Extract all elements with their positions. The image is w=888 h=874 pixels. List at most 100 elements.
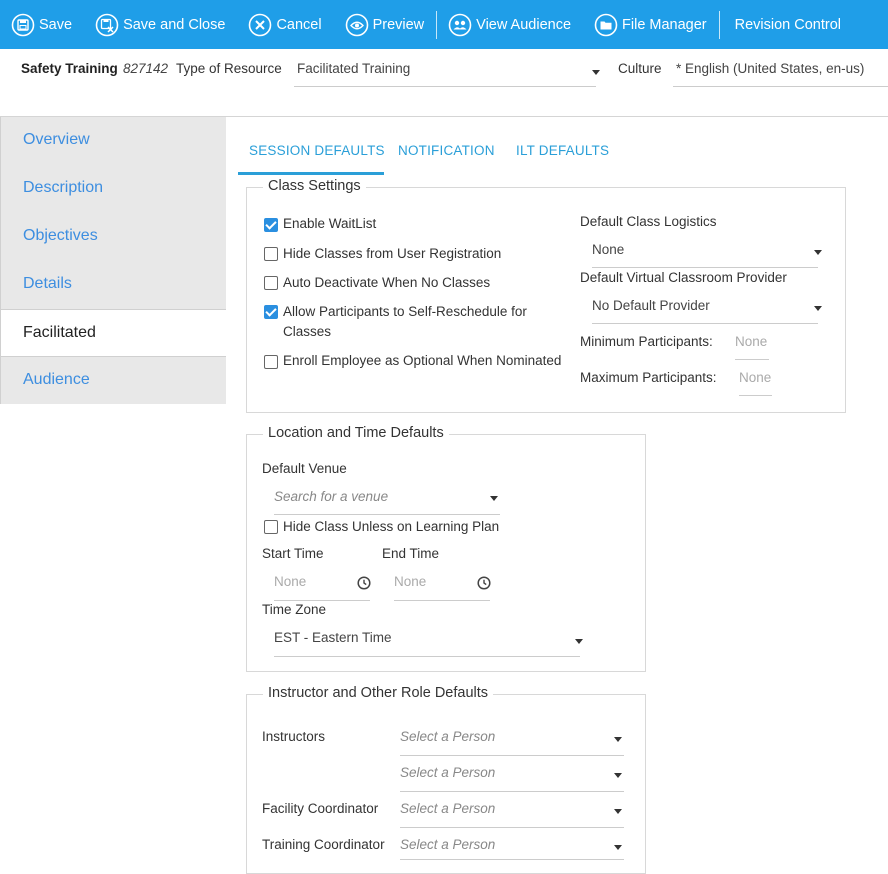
active-tab-indicator xyxy=(238,172,384,175)
virtual-classroom-provider-label: Default Virtual Classroom Provider xyxy=(580,270,787,285)
instructor-select-2[interactable]: Select a Person xyxy=(400,761,624,792)
sidebar-item-label: Details xyxy=(23,275,72,292)
chevron-down-icon xyxy=(592,70,600,75)
sidebar-nav: Overview Description Objectives Details … xyxy=(0,117,226,404)
clock-icon[interactable] xyxy=(357,576,371,590)
resource-id: 827142 xyxy=(123,61,169,76)
toolbar: Save Save and Close Cancel Preview View … xyxy=(0,0,888,49)
preview-label: Preview xyxy=(372,16,425,33)
maximum-participants-label: Maximum Participants: xyxy=(580,370,717,385)
folder-icon xyxy=(594,13,618,37)
sidebar-item-description[interactable]: Description xyxy=(0,165,226,213)
default-class-logistics-label: Default Class Logistics xyxy=(580,214,717,229)
sidebar-item-details[interactable]: Details xyxy=(0,261,226,309)
time-zone-value: EST - Eastern Time xyxy=(274,630,392,645)
training-coordinator-label: Training Coordinator xyxy=(262,837,385,852)
tab-session-defaults[interactable]: SESSION DEFAULTS xyxy=(249,143,385,158)
enroll-optional-checkbox[interactable] xyxy=(264,355,278,369)
maximum-participants-placeholder: None xyxy=(739,370,772,385)
hide-class-learning-plan-checkbox[interactable] xyxy=(264,520,278,534)
save-and-close-button[interactable]: Save and Close xyxy=(84,0,237,49)
minimum-participants-input[interactable]: None xyxy=(735,334,769,360)
file-manager-button[interactable]: File Manager xyxy=(583,0,719,49)
save-close-icon xyxy=(95,13,119,37)
type-of-resource-value: Facilitated Training xyxy=(297,61,411,76)
instructor-roles-legend: Instructor and Other Role Defaults xyxy=(263,685,494,701)
default-class-logistics-select[interactable]: None xyxy=(592,238,822,268)
close-circle-icon xyxy=(248,13,272,37)
start-time-input[interactable]: None xyxy=(274,574,371,601)
maximum-participants-input[interactable]: None xyxy=(739,370,772,396)
end-time-input[interactable]: None xyxy=(394,574,491,601)
default-venue-label: Default Venue xyxy=(262,461,347,476)
sidebar-item-facilitated[interactable]: Facilitated xyxy=(0,309,226,357)
start-time-label: Start Time xyxy=(262,546,324,561)
facility-coordinator-label: Facility Coordinator xyxy=(262,801,379,816)
sidebar-item-objectives[interactable]: Objectives xyxy=(0,213,226,261)
sidebar-item-label: Audience xyxy=(23,371,90,388)
resource-header: Safety Training 827142 Type of Resource … xyxy=(0,49,888,117)
sidebar-item-label: Description xyxy=(23,179,104,196)
preview-button[interactable]: Preview xyxy=(334,0,437,49)
enable-waitlist-checkbox[interactable] xyxy=(264,218,278,232)
sidebar-item-audience[interactable]: Audience xyxy=(0,357,226,404)
floppy-disk-icon xyxy=(11,13,35,37)
virtual-classroom-provider-select[interactable]: No Default Provider xyxy=(592,294,822,324)
auto-deactivate-label: Auto Deactivate When No Classes xyxy=(283,275,491,290)
venue-search-placeholder: Search for a venue xyxy=(274,489,389,504)
end-time-placeholder: None xyxy=(394,574,427,589)
file-manager-label: File Manager xyxy=(622,16,707,33)
self-reschedule-label: Allow Participants to Self-Reschedule fo… xyxy=(283,304,527,319)
start-time-placeholder: None xyxy=(274,574,307,589)
class-settings-legend: Class Settings xyxy=(263,178,366,194)
chevron-down-icon xyxy=(814,250,822,255)
hide-classes-label: Hide Classes from User Registration xyxy=(283,246,502,261)
time-zone-select[interactable]: EST - Eastern Time xyxy=(274,626,583,657)
revision-control-button[interactable]: Revision Control xyxy=(720,0,853,49)
instructor-select-1[interactable]: Select a Person xyxy=(400,725,624,756)
eye-icon xyxy=(345,13,369,37)
chevron-down-icon xyxy=(814,306,822,311)
cancel-button[interactable]: Cancel xyxy=(237,0,333,49)
sidebar-item-overview[interactable]: Overview xyxy=(0,117,226,165)
type-of-resource-select[interactable]: Facilitated Training xyxy=(294,55,600,87)
time-zone-label: Time Zone xyxy=(262,602,327,617)
chevron-down-icon xyxy=(614,845,622,850)
facility-coordinator-placeholder: Select a Person xyxy=(400,801,496,816)
save-button[interactable]: Save xyxy=(0,0,84,49)
minimum-participants-label: Minimum Participants: xyxy=(580,334,713,349)
minimum-participants-placeholder: None xyxy=(735,334,768,349)
instructors-label: Instructors xyxy=(262,729,326,744)
instructor-select-placeholder: Select a Person xyxy=(400,765,496,780)
hide-classes-checkbox[interactable] xyxy=(264,247,278,261)
hide-class-learning-plan-label: Hide Class Unless on Learning Plan xyxy=(283,519,500,534)
sidebar-item-label: Facilitated xyxy=(23,324,96,341)
self-reschedule-checkbox[interactable] xyxy=(264,305,278,319)
facility-coordinator-select[interactable]: Select a Person xyxy=(400,797,624,828)
tab-ilt-defaults[interactable]: ILT DEFAULTS xyxy=(516,143,609,158)
tab-notification[interactable]: NOTIFICATION xyxy=(398,143,495,158)
chevron-down-icon xyxy=(490,496,498,501)
enable-waitlist-label: Enable WaitList xyxy=(283,216,377,231)
enroll-optional-label: Enroll Employee as Optional When Nominat… xyxy=(283,353,562,368)
resource-title: Safety Training xyxy=(21,61,118,76)
view-audience-button[interactable]: View Audience xyxy=(437,0,583,49)
revision-control-label: Revision Control xyxy=(734,16,842,33)
chevron-down-icon xyxy=(575,639,583,644)
instructor-select-placeholder: Select a Person xyxy=(400,729,496,744)
sidebar-item-label: Overview xyxy=(23,131,90,148)
culture-value: * English (United States, en-us) xyxy=(676,61,865,76)
default-class-logistics-value: None xyxy=(592,242,625,257)
virtual-classroom-provider-value: No Default Provider xyxy=(592,298,710,313)
type-of-resource-label: Type of Resource xyxy=(176,61,282,76)
chevron-down-icon xyxy=(614,809,622,814)
venue-search-select[interactable]: Search for a venue xyxy=(274,485,500,515)
clock-icon[interactable] xyxy=(477,576,491,590)
auto-deactivate-checkbox[interactable] xyxy=(264,276,278,290)
sidebar-item-label: Objectives xyxy=(23,227,98,244)
training-coordinator-placeholder: Select a Person xyxy=(400,837,496,852)
culture-select[interactable]: * English (United States, en-us) xyxy=(673,55,888,87)
training-coordinator-select[interactable]: Select a Person xyxy=(400,833,624,860)
culture-label: Culture xyxy=(618,61,662,76)
save-label: Save xyxy=(39,16,73,33)
